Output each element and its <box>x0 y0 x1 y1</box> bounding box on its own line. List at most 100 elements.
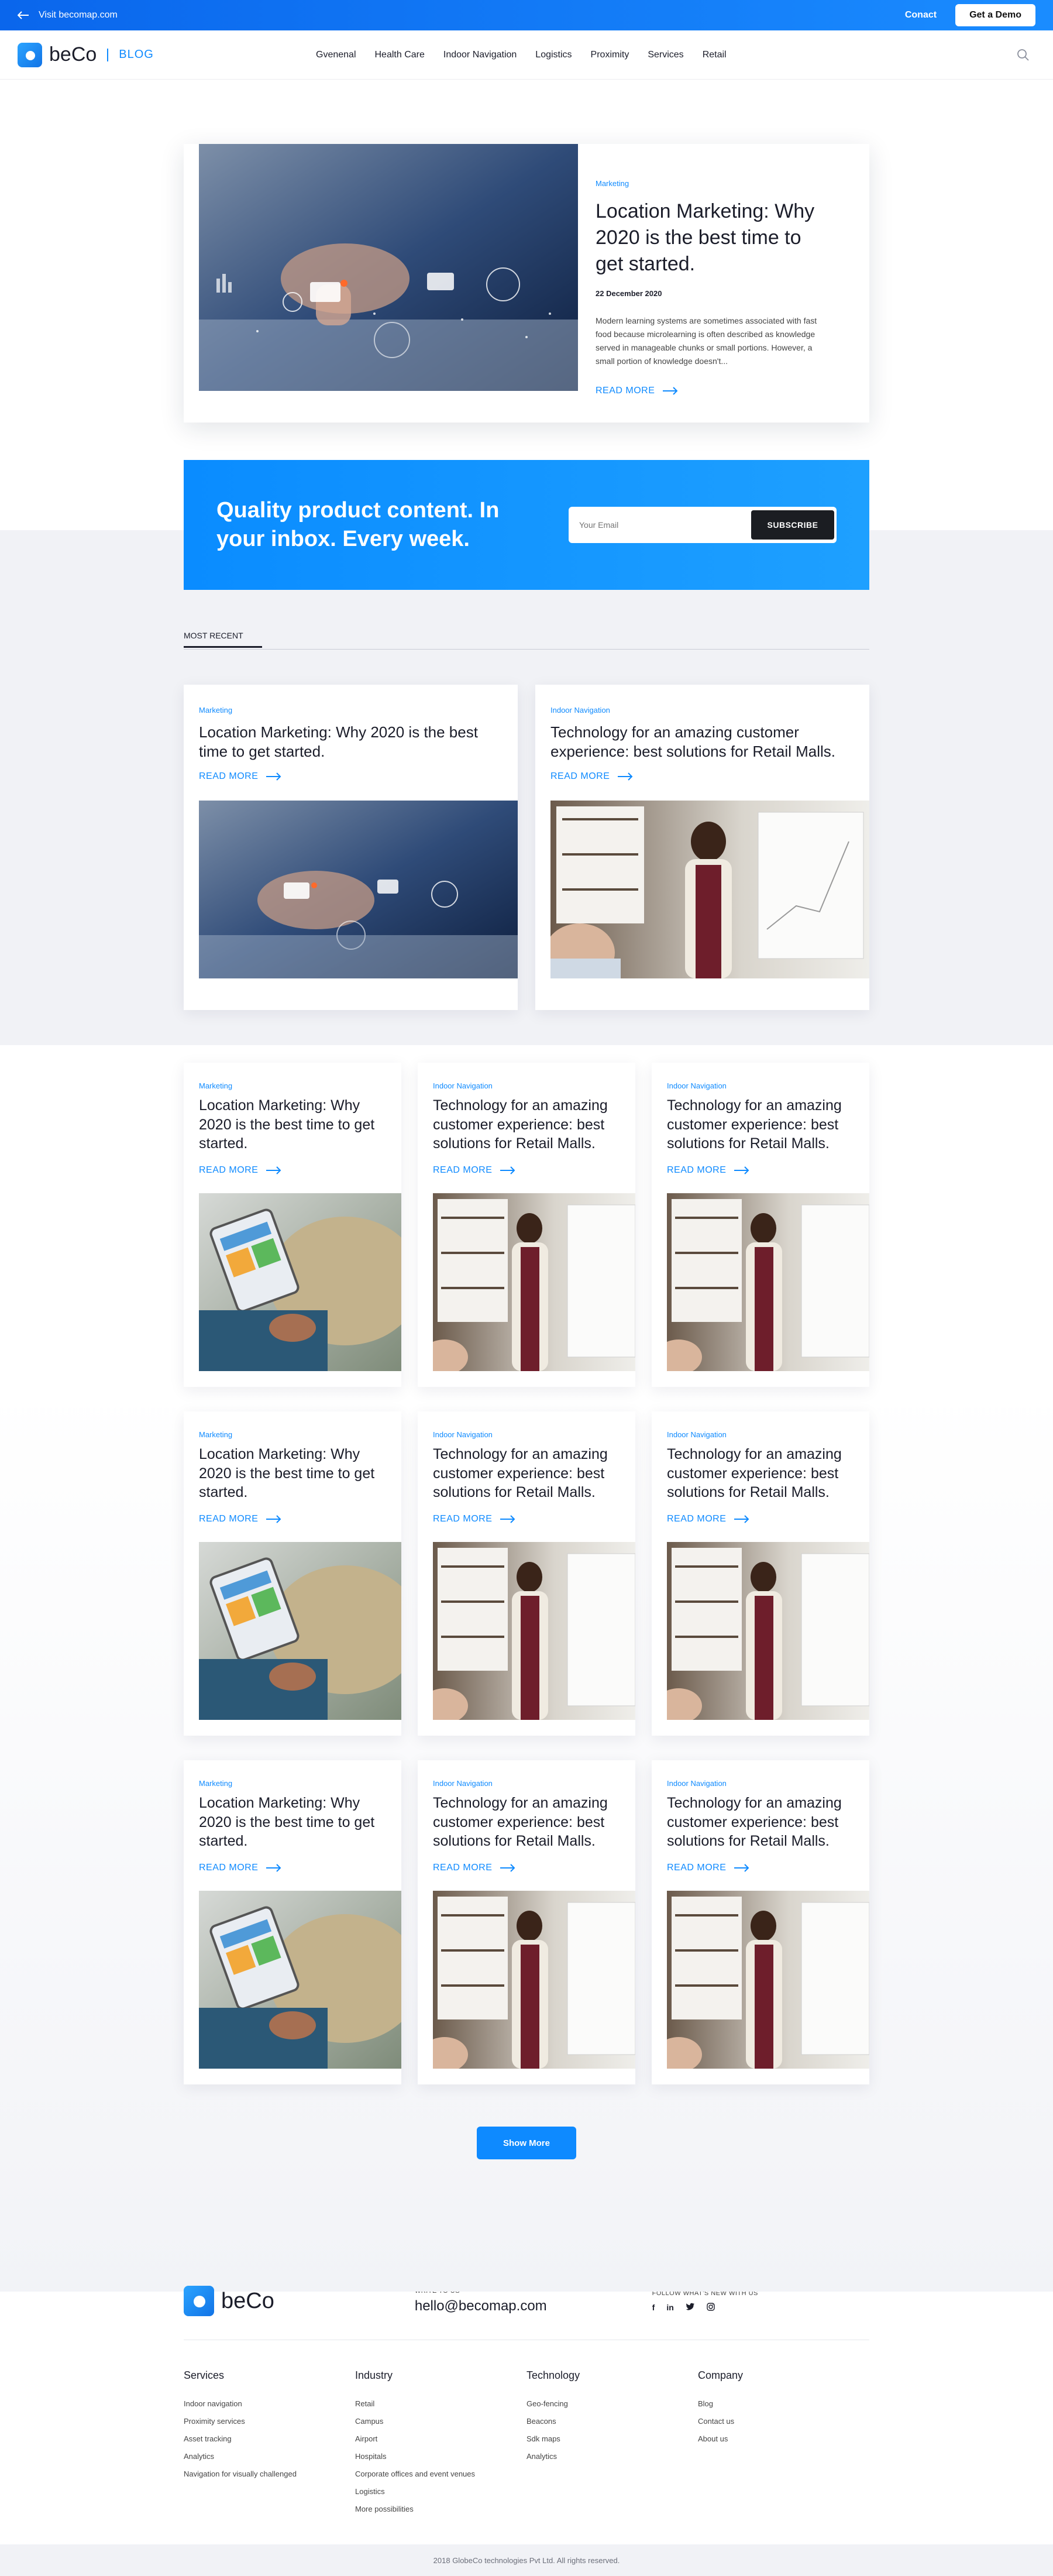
footer-link[interactable]: Logistics <box>355 2487 526 2496</box>
footer-link[interactable]: Blog <box>698 2399 869 2408</box>
post-title[interactable]: Location Marketing: Why 2020 is the best… <box>199 1096 392 1153</box>
post-tag[interactable]: Indoor Navigation <box>667 1430 869 1439</box>
post-tag[interactable]: Indoor Navigation <box>550 706 869 715</box>
read-more-link[interactable]: READ MORE <box>199 1863 281 1873</box>
featured-post-card[interactable]: Marketing Location Marketing: Why 2020 i… <box>184 144 869 423</box>
post-card[interactable]: Indoor Navigation Technology for an amaz… <box>652 1411 869 1736</box>
post-image <box>199 1541 401 1720</box>
facebook-icon[interactable]: f <box>652 2303 655 2312</box>
search-icon[interactable] <box>1017 49 1030 61</box>
email-input[interactable] <box>579 520 751 530</box>
footer-link[interactable]: Proximity services <box>184 2417 355 2426</box>
post-title[interactable]: Technology for an amazing customer exper… <box>433 1794 626 1851</box>
recent-post-card[interactable]: Marketing Location Marketing: Why 2020 i… <box>184 685 518 1010</box>
post-tag[interactable]: Indoor Navigation <box>433 1081 635 1090</box>
post-title[interactable]: Location Marketing: Why 2020 is the best… <box>199 1445 392 1502</box>
read-more-link[interactable]: READ MORE <box>199 1165 281 1176</box>
post-title[interactable]: Location Marketing: Why 2020 is the best… <box>199 723 491 761</box>
post-tag[interactable]: Indoor Navigation <box>433 1779 635 1788</box>
twitter-icon[interactable] <box>686 2303 695 2311</box>
read-more-link[interactable]: READ MORE <box>433 1514 515 1524</box>
post-title[interactable]: Technology for an amazing customer exper… <box>550 723 843 761</box>
contact-link[interactable]: Conact <box>905 10 937 20</box>
post-card[interactable]: Indoor Navigation Technology for an amaz… <box>418 1063 635 1387</box>
visit-link[interactable]: Visit becomap.com <box>18 10 118 20</box>
read-more-link[interactable]: READ MORE <box>596 386 678 396</box>
brand-logo[interactable]: beCo <box>18 42 97 67</box>
footer-link[interactable]: Analytics <box>526 2452 698 2461</box>
footer-link[interactable]: Corporate offices and event venues <box>355 2469 526 2478</box>
brand-name: beCo <box>49 43 97 66</box>
post-image <box>433 1193 635 1371</box>
footer-link[interactable]: Campus <box>355 2417 526 2426</box>
post-tag[interactable]: Marketing <box>199 1430 401 1439</box>
nav-item-services[interactable]: Services <box>648 50 683 60</box>
footer-link[interactable]: Beacons <box>526 2417 698 2426</box>
tab-most-recent[interactable]: MOST RECENT <box>184 631 262 648</box>
read-more-link[interactable]: READ MORE <box>199 771 281 782</box>
post-title[interactable]: Technology for an amazing customer exper… <box>433 1096 626 1153</box>
post-card[interactable]: Marketing Location Marketing: Why 2020 i… <box>184 1411 401 1736</box>
read-more-link[interactable]: READ MORE <box>667 1514 749 1524</box>
footer-link[interactable]: Retail <box>355 2399 526 2408</box>
footer-link[interactable]: About us <box>698 2434 869 2443</box>
post-tag[interactable]: Marketing <box>596 179 830 188</box>
footer-link[interactable]: Contact us <box>698 2417 869 2426</box>
post-title[interactable]: Location Marketing: Why 2020 is the best… <box>199 1794 392 1851</box>
post-title[interactable]: Technology for an amazing customer exper… <box>667 1096 860 1153</box>
footer-link[interactable]: Analytics <box>184 2452 355 2461</box>
nav-item-proximity[interactable]: Proximity <box>591 50 629 60</box>
post-tag[interactable]: Indoor Navigation <box>433 1430 635 1439</box>
post-tag[interactable]: Indoor Navigation <box>667 1779 869 1788</box>
read-more-link[interactable]: READ MORE <box>433 1863 515 1873</box>
post-tag[interactable]: Indoor Navigation <box>667 1081 869 1090</box>
post-image <box>199 1193 401 1371</box>
post-card[interactable]: Marketing Location Marketing: Why 2020 i… <box>184 1063 401 1387</box>
footer-link[interactable]: Geo-fencing <box>526 2399 698 2408</box>
show-more-button[interactable]: Show More <box>477 2127 576 2159</box>
post-image <box>667 1890 869 2069</box>
most-recent-section: MOST RECENT Marketing Location Marketing… <box>184 631 869 1010</box>
read-more-link[interactable]: READ MORE <box>550 771 633 782</box>
read-more-link[interactable]: READ MORE <box>667 1863 749 1873</box>
footer-column-company: Company Blog Contact us About us <box>698 2369 869 2522</box>
footer-link[interactable]: Hospitals <box>355 2452 526 2461</box>
post-card[interactable]: Indoor Navigation Technology for an amaz… <box>652 1760 869 2084</box>
subscribe-section: Quality product content. In your inbox. … <box>0 460 1053 1045</box>
footer-link[interactable]: Navigation for visually challenged <box>184 2469 355 2478</box>
instagram-icon[interactable] <box>707 2303 715 2311</box>
footer-link[interactable]: Asset tracking <box>184 2434 355 2443</box>
footer-link[interactable]: Indoor navigation <box>184 2399 355 2408</box>
post-tag[interactable]: Marketing <box>199 1779 401 1788</box>
featured-post-title[interactable]: Location Marketing: Why 2020 is the best… <box>596 198 830 277</box>
post-card[interactable]: Marketing Location Marketing: Why 2020 i… <box>184 1760 401 2084</box>
read-more-link[interactable]: READ MORE <box>433 1165 515 1176</box>
post-tag[interactable]: Marketing <box>199 1081 401 1090</box>
linkedin-icon[interactable]: in <box>666 2303 673 2312</box>
post-title[interactable]: Technology for an amazing customer exper… <box>433 1445 626 1502</box>
post-card[interactable]: Indoor Navigation Technology for an amaz… <box>418 1760 635 2084</box>
nav-item-indoor-navigation[interactable]: Indoor Navigation <box>443 50 517 60</box>
read-more-label: READ MORE <box>667 1513 727 1524</box>
footer-link[interactable]: Sdk maps <box>526 2434 698 2443</box>
post-title[interactable]: Technology for an amazing customer exper… <box>667 1445 860 1502</box>
read-more-link[interactable]: READ MORE <box>199 1514 281 1524</box>
get-demo-button[interactable]: Get a Demo <box>955 4 1035 26</box>
nav-item-retail[interactable]: Retail <box>703 50 727 60</box>
recent-post-card[interactable]: Indoor Navigation Technology for an amaz… <box>535 685 869 1010</box>
nav-item-general[interactable]: Gvenenal <box>316 50 356 60</box>
post-tag[interactable]: Marketing <box>199 706 518 715</box>
post-card[interactable]: Indoor Navigation Technology for an amaz… <box>652 1063 869 1387</box>
nav-item-health-care[interactable]: Health Care <box>375 50 425 60</box>
contact-email[interactable]: hello@becomap.com <box>415 2298 547 2314</box>
post-title[interactable]: Technology for an amazing customer exper… <box>667 1794 860 1851</box>
footer-link[interactable]: Airport <box>355 2434 526 2443</box>
read-more-link[interactable]: READ MORE <box>667 1165 749 1176</box>
subscribe-button[interactable]: SUBSCRIBE <box>751 510 834 540</box>
post-card[interactable]: Indoor Navigation Technology for an amaz… <box>418 1411 635 1736</box>
visit-label: Visit becomap.com <box>39 10 118 20</box>
nav-item-logistics[interactable]: Logistics <box>535 50 572 60</box>
footer-link[interactable]: More possibilities <box>355 2505 526 2513</box>
blog-label[interactable]: BLOG <box>119 48 154 61</box>
read-more-label: READ MORE <box>433 1862 493 1873</box>
